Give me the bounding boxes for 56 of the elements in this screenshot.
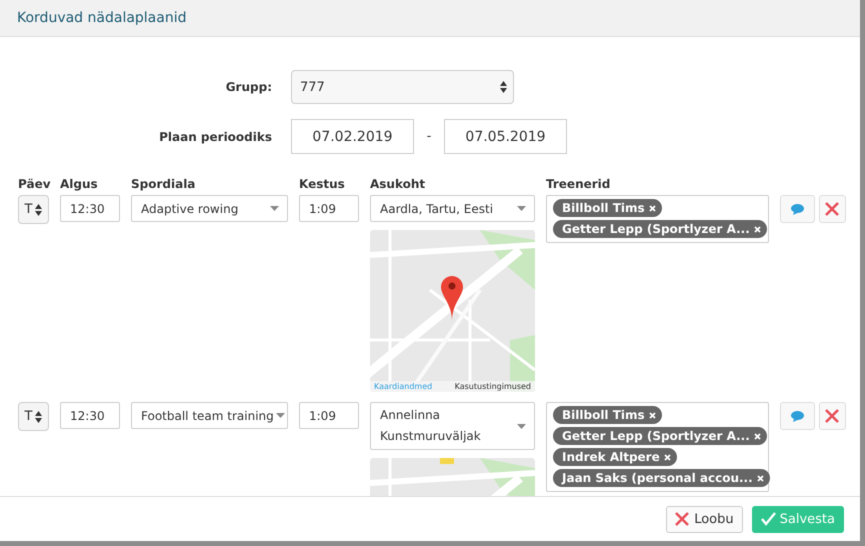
date-field[interactable]: 07.05.2019 bbox=[444, 119, 567, 154]
location-select[interactable]: Annelinna Kunstmuruväljak bbox=[370, 402, 535, 450]
close-icon bbox=[756, 474, 764, 482]
sort-arrows-icon bbox=[35, 410, 42, 422]
close-icon bbox=[754, 432, 761, 440]
delete-button[interactable] bbox=[818, 195, 846, 223]
duration-field[interactable]: 1:09 bbox=[299, 402, 359, 429]
map-link[interactable]: Kasutustingimused bbox=[454, 382, 531, 391]
trainer-tag[interactable]: Jaan Saks (personal accou... bbox=[553, 469, 770, 487]
sport-select[interactable]: Adaptive rowing bbox=[131, 195, 288, 222]
check-icon bbox=[760, 512, 776, 526]
time-field[interactable]: 12:30 bbox=[60, 195, 120, 222]
time-field[interactable]: 12:30 bbox=[60, 402, 120, 429]
date-separator: - bbox=[426, 129, 432, 144]
day-select[interactable]: T bbox=[18, 402, 49, 431]
close-icon bbox=[648, 412, 656, 418]
caret-icon bbox=[270, 206, 279, 211]
group-select[interactable]: 777 bbox=[291, 70, 514, 104]
close-icon bbox=[754, 226, 761, 232]
trainer-tag[interactable]: Indrek Altpere bbox=[553, 448, 677, 466]
trainer-tag[interactable]: Billboll Tims bbox=[553, 199, 662, 217]
close-icon bbox=[825, 202, 840, 216]
trainer-tag[interactable]: Getter Lepp (Sportlyzer A... bbox=[553, 220, 767, 238]
trainers-field[interactable]: Billboll Tims Getter Lepp (Sportlyzer A... Indrek Altpere Jaan Saks (personal accou... bbox=[546, 402, 769, 492]
column-header: Päev bbox=[18, 177, 49, 193]
date-field[interactable]: 07.02.2019 bbox=[291, 119, 414, 154]
trainer-tag[interactable]: Getter Lepp (Sportlyzer A... bbox=[553, 427, 767, 445]
location-select[interactable]: Aardla, Tartu, Eesti bbox=[370, 195, 535, 222]
close-icon bbox=[825, 409, 840, 423]
delete-button[interactable] bbox=[818, 402, 846, 430]
column-header: Spordiala bbox=[131, 177, 196, 193]
cancel-button[interactable]: Loobu bbox=[666, 506, 743, 532]
comment-button[interactable] bbox=[780, 195, 815, 223]
window-title: Korduvad nädalaplaanid bbox=[17, 10, 186, 26]
caret-icon bbox=[517, 206, 526, 211]
trainer-tag[interactable]: Billboll Tims bbox=[553, 406, 662, 424]
caret-icon bbox=[517, 424, 526, 428]
speech-bubble-icon bbox=[790, 410, 804, 422]
sort-arrows-icon bbox=[35, 204, 42, 216]
field-label: Plaan perioodiks bbox=[158, 130, 273, 144]
sport-select[interactable]: Football team training bbox=[131, 402, 288, 429]
caret-icon bbox=[276, 413, 285, 418]
trainers-field[interactable]: Billboll Tims Getter Lepp (Sportlyzer A... bbox=[546, 195, 769, 243]
field-label: Grupp: bbox=[224, 80, 273, 94]
column-header: Treenerid bbox=[546, 177, 612, 193]
sort-arrows-icon bbox=[500, 81, 507, 93]
comment-button[interactable] bbox=[780, 402, 815, 430]
column-header: Kestus bbox=[299, 177, 346, 193]
column-header: Algus bbox=[60, 177, 99, 193]
close-icon bbox=[675, 512, 690, 526]
close-icon bbox=[664, 454, 671, 460]
close-icon bbox=[648, 204, 656, 212]
duration-field[interactable]: 1:09 bbox=[299, 195, 359, 222]
column-header: Asukoht bbox=[370, 177, 426, 193]
day-select[interactable]: T bbox=[18, 195, 49, 224]
speech-bubble-icon bbox=[790, 204, 804, 214]
